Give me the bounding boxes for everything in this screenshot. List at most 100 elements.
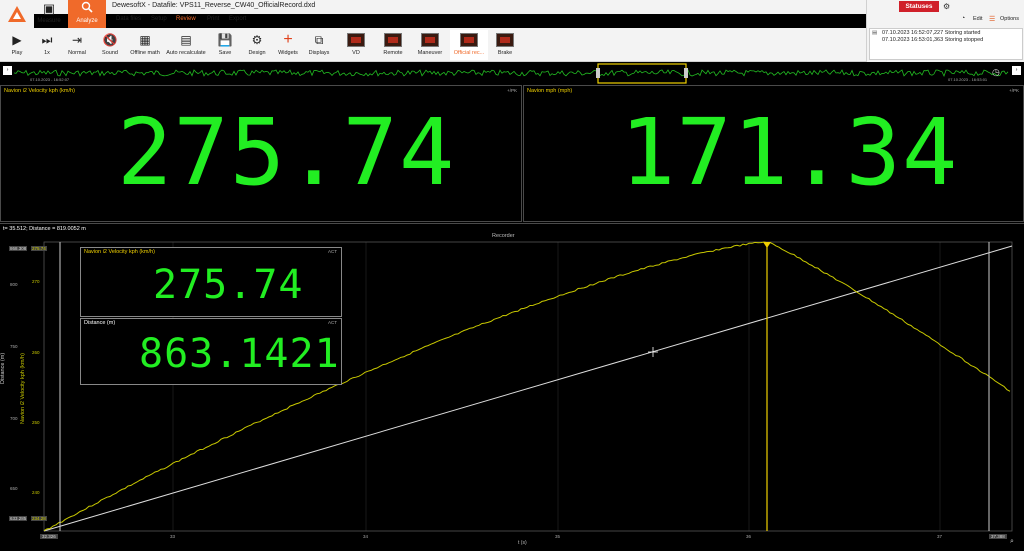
auto-recalculate-label: Auto recalculate <box>166 50 206 56</box>
statuses-button[interactable]: Statuses <box>899 1 939 12</box>
digital-meter-velocity-mph[interactable]: Navion mph (mph) +/PK 171.34 <box>523 85 1024 222</box>
dewesoft-window: DewesoftX - Datafile: VPS11_Reverse_CW40… <box>0 0 1024 551</box>
screen-tab-official-record[interactable]: Official rec... <box>450 30 488 60</box>
y-right-tick: 270 <box>32 279 40 284</box>
play-label: Play <box>11 50 23 56</box>
ribbon-toolbar: ▶ Play ⏭ 1x ⇥ Normal 🔇 Sound ▦ Offline m… <box>0 28 866 62</box>
y-left-top-value: 868.308 <box>9 246 28 251</box>
calculator-icon: ▦ <box>139 33 151 47</box>
meter-title: Distance (m) <box>84 320 116 326</box>
y-left-axis-label: Distance (m) <box>0 352 6 384</box>
screen-tab-remote[interactable]: Remote <box>378 30 408 60</box>
screen-label: Maneuver <box>417 50 443 56</box>
edit-icon[interactable]: ◔ <box>961 15 965 22</box>
clock-icon[interactable]: ◷ <box>992 67 1000 78</box>
measure-label: Measure <box>37 18 61 24</box>
expand-right-icon[interactable]: › <box>1012 66 1021 75</box>
menu-review[interactable]: Review <box>176 16 196 22</box>
y-right-tick: 260 <box>32 350 40 355</box>
window-title: DewesoftX - Datafile: VPS11_Reverse_CW40… <box>112 2 316 9</box>
search-icon <box>68 0 106 18</box>
play-button[interactable]: ▶ Play <box>6 30 28 60</box>
selection-handle-right <box>684 68 688 78</box>
screen-tab-vd[interactable]: VD <box>342 30 370 60</box>
log-entry: 07.10.2023 16:52:07,227 Storing started <box>882 30 981 36</box>
options-button[interactable]: Options <box>1000 16 1019 22</box>
overview-trace <box>13 63 1009 84</box>
recorder-panel[interactable]: t= 35.512; Distance = 819.0052 m Recorde… <box>0 223 1024 551</box>
crosshair-icon <box>648 347 658 357</box>
play-icon: ▶ <box>12 33 22 47</box>
selection-handle-left <box>596 68 600 78</box>
y-left-tick: 800 <box>10 282 18 287</box>
edit-button[interactable]: Edit <box>973 16 982 22</box>
calculator-auto-icon: ▤ <box>180 33 192 47</box>
analyze-mode-button[interactable]: Analyze <box>68 0 106 28</box>
selection-rectangle <box>597 63 687 84</box>
speed-dropdown[interactable]: ⏭ 1x <box>36 30 58 60</box>
screen-thumbnail-icon <box>347 33 365 47</box>
y-right-tick: 250 <box>32 420 40 425</box>
settings-gear-icon[interactable]: ⚙ <box>943 2 950 11</box>
log-entry: 07.10.2023 16:53:01,363 Storing stopped <box>882 37 984 43</box>
y-left-tick: 650 <box>10 486 18 491</box>
menu-data-files[interactable]: Data files <box>116 16 141 22</box>
step-icon: ⇥ <box>71 33 83 47</box>
widgets-label: Widgets <box>278 50 298 56</box>
offline-math-label: Offline math <box>130 50 160 56</box>
meter-value: 275.74 <box>153 262 304 308</box>
screen-thumbnail-icon <box>421 33 439 47</box>
offline-math-button[interactable]: ▦ Offline math <box>128 30 162 60</box>
log-bullet-icon: ▤ <box>872 30 878 36</box>
overview-end-time: 07.10.2023 - 16:53:01 <box>948 77 988 82</box>
search-icon[interactable]: ⌕ <box>1010 538 1014 546</box>
save-button[interactable]: 💾 Save <box>214 30 236 60</box>
screen-label: Official rec... <box>453 50 485 56</box>
save-label: Save <box>218 50 232 56</box>
y-right-top-value: 275.74 <box>31 246 47 251</box>
y-left-tick: 700 <box>10 416 18 421</box>
y-right-tick: 240 <box>32 490 40 495</box>
x-tick: 33 <box>170 534 176 539</box>
measure-icon: ▣ <box>42 1 56 16</box>
design-label: Design <box>248 50 266 56</box>
normal-button[interactable]: ⇥ Normal <box>64 30 90 60</box>
y-right-bottom-value: 234.28 <box>31 516 47 521</box>
menu-export[interactable]: Export <box>229 16 246 22</box>
menu-setup[interactable]: Setup <box>151 16 167 22</box>
plus-icon: + <box>283 31 293 48</box>
inline-meter-distance[interactable]: Distance (m) ACT 863.1421 <box>80 318 342 385</box>
x-start-value: 32.326 <box>40 534 58 539</box>
y-right-axis-label: Navion i2 Velocity kph (km/h) <box>20 353 26 424</box>
screen-thumbnail-icon <box>496 33 514 47</box>
event-log: ▤ 07.10.2023 16:52:07,227 Storing starte… <box>869 28 1023 60</box>
normal-label: Normal <box>68 50 86 56</box>
displays-icon: ⧉ <box>314 33 324 47</box>
displays-button[interactable]: ⧉ Displays <box>306 30 332 60</box>
meter-tag: +/PK <box>507 88 517 93</box>
screen-tab-brake[interactable]: Brake <box>492 30 518 60</box>
auto-recalculate-button[interactable]: ▤ Auto recalculate <box>164 30 208 60</box>
screen-tab-maneuver[interactable]: Maneuver <box>414 30 446 60</box>
inline-meter-velocity[interactable]: Navion i2 Velocity kph (km/h) ACT 275.74 <box>80 247 342 317</box>
overview-start-time: 07.10.2023 - 16:52:07 <box>30 77 70 82</box>
meter-value: 171.34 <box>620 99 959 206</box>
widgets-button[interactable]: + Widgets <box>276 30 300 60</box>
measure-mode-button[interactable]: ▣ Measure <box>30 0 68 28</box>
overview-strip[interactable]: › 07.10.2023 - 16:52:07 07.10.2023 - 16:… <box>0 63 1024 84</box>
floppy-disk-icon: 💾 <box>217 33 233 47</box>
meter-tag: ACT <box>328 320 337 325</box>
screen-label: Brake <box>497 50 513 56</box>
digital-meter-velocity-kph[interactable]: Navion i2 Velocity kph (km/h) +/PK 275.7… <box>0 85 522 222</box>
analyze-label: Analyze <box>76 18 98 24</box>
meter-title: Navion mph (mph) <box>527 88 573 94</box>
screen-thumbnail-icon <box>460 33 478 47</box>
displays-label: Displays <box>308 50 330 56</box>
menu-print[interactable]: Print <box>207 16 219 22</box>
y-left-tick: 750 <box>10 344 18 349</box>
design-button[interactable]: ⚙ Design <box>246 30 268 60</box>
x-tick: 35 <box>555 534 561 539</box>
screen-label: VD <box>352 50 360 56</box>
sound-button[interactable]: 🔇 Sound <box>98 30 122 60</box>
fast-forward-icon: ⏭ <box>41 33 53 47</box>
